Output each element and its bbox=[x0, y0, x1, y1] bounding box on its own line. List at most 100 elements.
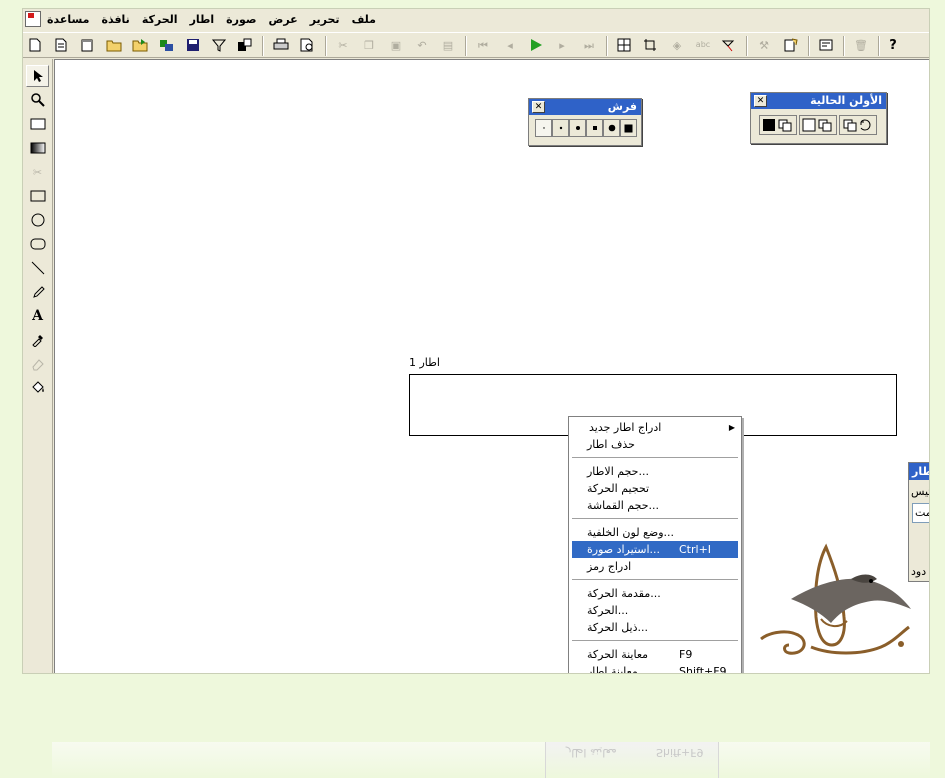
side-panel-title[interactable]: اطار bbox=[909, 463, 929, 480]
menu-item-background-color[interactable]: وضع لون الخلفية... bbox=[569, 524, 741, 541]
print-preview-icon[interactable] bbox=[300, 37, 316, 53]
menu-separator bbox=[572, 518, 738, 519]
toolbar-separator bbox=[808, 36, 810, 56]
side-panel-field[interactable]: مت bbox=[912, 503, 929, 523]
save-icon[interactable] bbox=[185, 37, 201, 53]
play-icon[interactable] bbox=[528, 37, 544, 53]
menu-item-scale-animation[interactable]: تحجيم الحركة bbox=[569, 480, 741, 497]
layers-icon[interactable]: ◈ bbox=[669, 37, 685, 53]
menu-item-animation[interactable]: الحركة... bbox=[569, 602, 741, 619]
menu-image[interactable]: صورة bbox=[224, 12, 258, 27]
foreground-color-swatch[interactable] bbox=[759, 115, 797, 135]
reflection-shortcut: Shift+F9 bbox=[656, 746, 704, 759]
toolbar-separator bbox=[465, 36, 467, 56]
gradient-icon[interactable] bbox=[26, 137, 49, 159]
settings-icon[interactable] bbox=[818, 37, 834, 53]
swap-colors-icon[interactable] bbox=[839, 115, 877, 135]
app-icon[interactable] bbox=[25, 11, 41, 27]
delete-icon[interactable]: 🗑 bbox=[853, 37, 869, 53]
pointer-effect-icon[interactable] bbox=[721, 37, 737, 53]
cut-icon[interactable]: ✂ bbox=[335, 37, 351, 53]
menu-help[interactable]: مساعدة bbox=[45, 12, 92, 27]
menu-frame[interactable]: اطار bbox=[188, 12, 217, 27]
select-arrow-icon[interactable] bbox=[26, 65, 49, 87]
copy-icon[interactable]: ❐ bbox=[361, 37, 377, 53]
brush-size-3[interactable] bbox=[569, 119, 586, 137]
first-frame-icon[interactable]: ⏮ bbox=[475, 37, 491, 53]
eyedropper-icon[interactable] bbox=[26, 329, 49, 351]
menu-separator bbox=[572, 579, 738, 580]
ellipse-icon[interactable] bbox=[26, 209, 49, 231]
brush-size-2[interactable] bbox=[552, 119, 569, 137]
open-folder-icon[interactable] bbox=[132, 37, 148, 53]
rectangle-select-icon[interactable] bbox=[26, 113, 49, 135]
pencil-icon[interactable] bbox=[26, 281, 49, 303]
colors-palette-body bbox=[751, 109, 886, 143]
toolbar-separator bbox=[878, 36, 880, 56]
undo-icon[interactable]: ↶ bbox=[414, 37, 430, 53]
toolbar-separator bbox=[606, 36, 608, 56]
menu-file[interactable]: ملف bbox=[350, 12, 378, 27]
brush-size-1[interactable] bbox=[535, 119, 552, 137]
menu-item-delete-frame[interactable]: حذف اطار bbox=[569, 436, 741, 453]
brush-size-4[interactable] bbox=[586, 119, 603, 137]
toolbar-separator bbox=[325, 36, 327, 56]
side-panel-label: تيس bbox=[911, 485, 930, 498]
open-icon[interactable] bbox=[106, 37, 122, 53]
text-icon[interactable]: A bbox=[26, 305, 49, 327]
help-icon[interactable]: ? bbox=[885, 37, 901, 53]
application-window: ملف تحرير عرض صورة اطار الحركة نافذة مسا… bbox=[22, 8, 930, 674]
menu-item-animation-intro[interactable]: مقدمة الحركة... bbox=[569, 585, 741, 602]
menu-item-animation-tail[interactable]: ذيل الحركة... bbox=[569, 619, 741, 636]
filter-icon[interactable] bbox=[211, 37, 227, 53]
rectangle-icon[interactable] bbox=[26, 185, 49, 207]
reflection-label: معاينة اطار bbox=[566, 746, 617, 759]
new-icon[interactable] bbox=[27, 37, 43, 53]
brush-size-6[interactable] bbox=[620, 119, 637, 137]
export-icon[interactable] bbox=[237, 37, 253, 53]
menu-item-canvas-size[interactable]: حجم القماشة... bbox=[569, 497, 741, 514]
new-page-icon[interactable] bbox=[783, 37, 799, 53]
brush-palette-titlebar[interactable]: فرش ✕ bbox=[529, 99, 641, 115]
text-effect-icon[interactable]: abc bbox=[695, 37, 711, 53]
falcon-logo bbox=[751, 529, 929, 673]
menu-edit[interactable]: تحرير bbox=[308, 12, 342, 27]
scissors-icon[interactable]: ✂ bbox=[26, 161, 49, 183]
background-color-swatch[interactable] bbox=[799, 115, 837, 135]
paste-icon[interactable]: ▣ bbox=[388, 37, 404, 53]
close-icon[interactable]: ✕ bbox=[532, 101, 545, 113]
rounded-rect-icon[interactable] bbox=[26, 233, 49, 255]
menu-item-preview-frame[interactable]: معاينة اطار Shift+F9 bbox=[569, 663, 741, 673]
menu-item-import-image[interactable]: استيراد صورة... Ctrl+I bbox=[572, 541, 738, 558]
grid-icon[interactable] bbox=[616, 37, 632, 53]
menu-item-frame-size[interactable]: حجم الاطار... bbox=[569, 463, 741, 480]
frame-icon[interactable]: ▤ bbox=[440, 37, 456, 53]
colors-palette-titlebar[interactable]: الأولن الحالية ✕ bbox=[751, 93, 886, 109]
next-frame-icon[interactable]: ▸ bbox=[554, 37, 570, 53]
menu-item-preview-animation[interactable]: معاينة الحركة F9 bbox=[569, 646, 741, 663]
tools-panel: ✂ A bbox=[23, 59, 53, 673]
fill-bucket-icon[interactable] bbox=[26, 377, 49, 399]
print-icon[interactable] bbox=[273, 37, 289, 53]
toolbar-separator bbox=[843, 36, 845, 56]
menu-item-insert-frame[interactable]: ادراج اطار جديد ▶ bbox=[569, 419, 741, 436]
menubar: ملف تحرير عرض صورة اطار الحركة نافذة مسا… bbox=[23, 9, 929, 31]
eraser-icon[interactable] bbox=[26, 353, 49, 375]
new-blank-icon[interactable] bbox=[79, 37, 95, 53]
crop-icon[interactable] bbox=[643, 37, 659, 53]
menu-view[interactable]: عرض bbox=[267, 12, 300, 27]
menu-item-insert-symbol[interactable]: ادراج رمز bbox=[569, 558, 741, 575]
zoom-icon[interactable] bbox=[26, 89, 49, 111]
line-icon[interactable] bbox=[26, 257, 49, 279]
new-template-icon[interactable] bbox=[53, 37, 69, 53]
tools-icon[interactable]: ⚒ bbox=[756, 37, 772, 53]
close-icon[interactable]: ✕ bbox=[754, 95, 767, 107]
menu-window[interactable]: نافذة bbox=[100, 12, 132, 27]
last-frame-icon[interactable]: ⏭ bbox=[581, 37, 597, 53]
brush-palette-body bbox=[529, 115, 641, 141]
menu-animation[interactable]: الحركة bbox=[140, 12, 180, 27]
prev-frame-icon[interactable]: ◂ bbox=[502, 37, 518, 53]
brush-size-5[interactable] bbox=[603, 119, 620, 137]
import-icon[interactable] bbox=[159, 37, 175, 53]
brush-palette: فرش ✕ bbox=[528, 98, 642, 146]
